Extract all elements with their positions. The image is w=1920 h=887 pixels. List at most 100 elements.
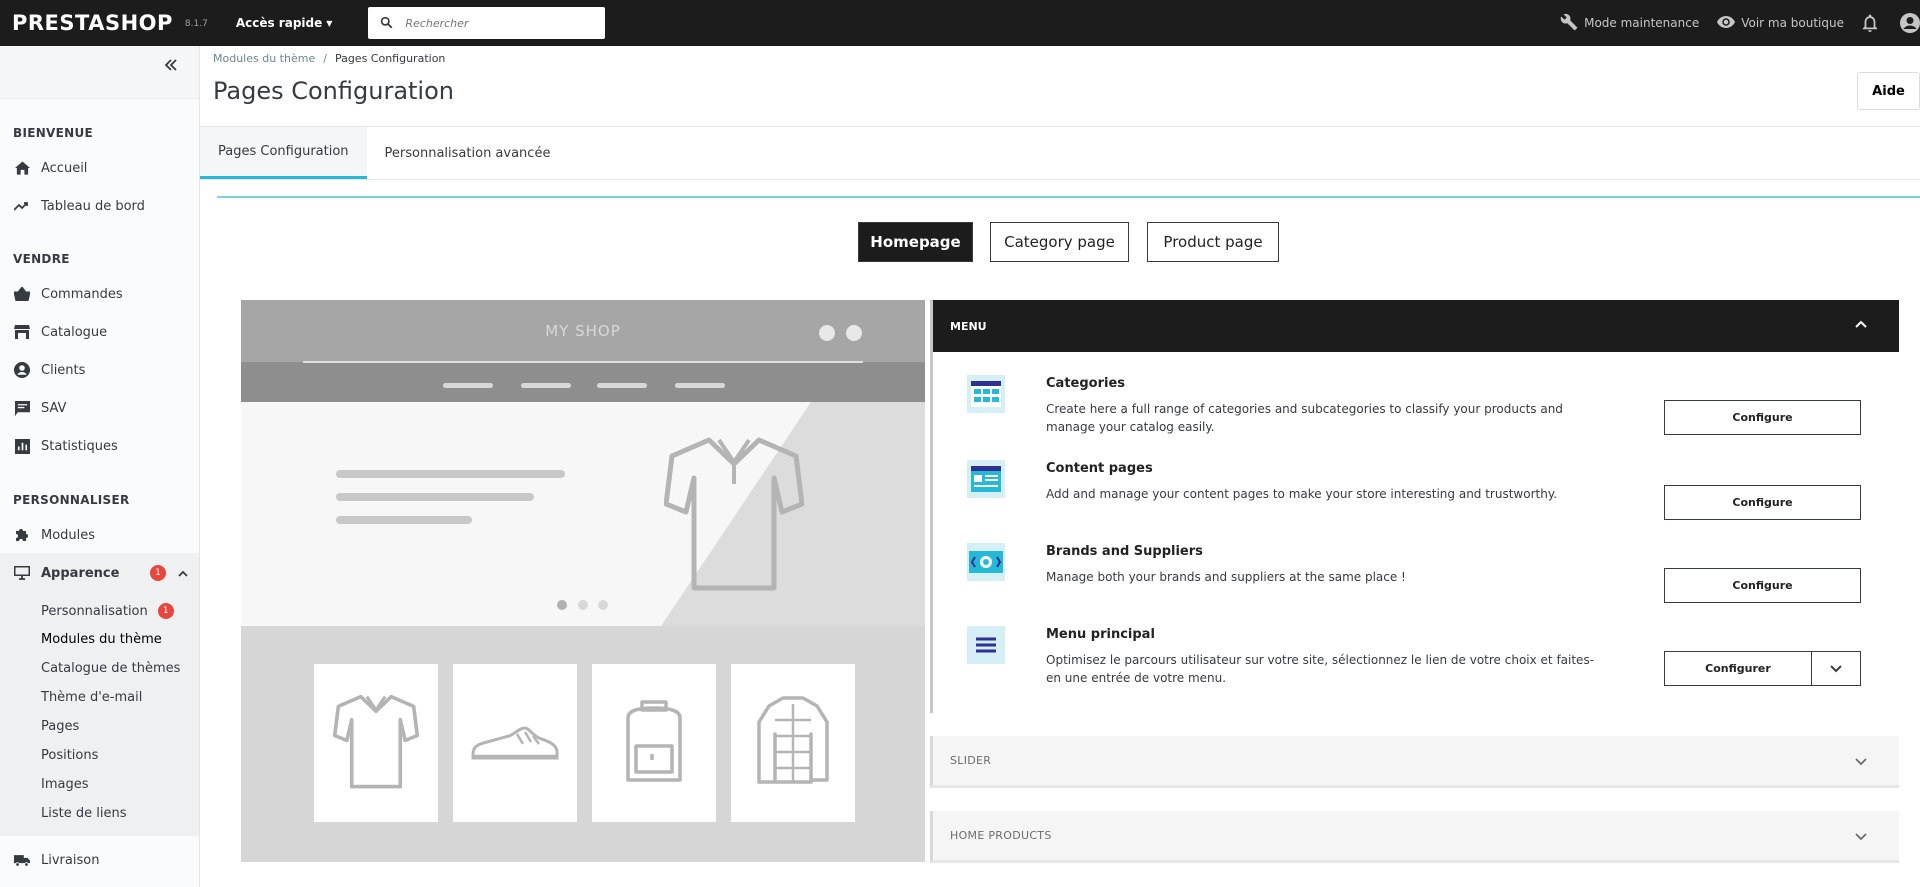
chat-icon bbox=[14, 400, 30, 416]
submenu-item-label: Thème d'e-mail bbox=[41, 690, 143, 705]
puffer-jacket-icon bbox=[755, 694, 831, 792]
preview-product-card bbox=[731, 664, 855, 822]
tab-bar: Pages Configuration Personnalisation ava… bbox=[200, 127, 568, 179]
page-title: Pages Configuration bbox=[213, 77, 454, 105]
module-description: Add and manage your content pages to mak… bbox=[1046, 487, 1558, 501]
submenu-item-label: Modules du thème bbox=[41, 632, 162, 647]
sidebar-item-shipping[interactable]: Livraison bbox=[0, 845, 199, 875]
module-title: Categories bbox=[1046, 376, 1126, 391]
sidebar-item-dashboard[interactable]: Tableau de bord bbox=[0, 191, 199, 221]
submenu-item-personalization[interactable]: Personnalisation 1 bbox=[41, 603, 174, 619]
sidebar-item-appearance[interactable]: Apparence 1 bbox=[0, 558, 199, 588]
version-label: 8.1.7 bbox=[184, 19, 208, 29]
sidebar-item-label: Modules bbox=[41, 527, 96, 543]
sidebar-item-label: SAV bbox=[41, 400, 67, 416]
sneaker-icon bbox=[469, 716, 561, 770]
home-products-accordion-header[interactable]: HOME PRODUCTS bbox=[930, 811, 1899, 863]
sidebar: BIENVENUE Accueil Tableau de bord VENDRE… bbox=[0, 46, 200, 887]
top-bar: PRESTASHOP 8.1.7 Accès rapide ▼ Mode mai… bbox=[0, 0, 1920, 46]
sidebar-item-sav[interactable]: SAV bbox=[0, 393, 199, 423]
tabs-divider bbox=[200, 179, 1920, 180]
menu-accordion-body: Categories Create here a full range of c… bbox=[933, 352, 1899, 713]
configure-brands-button[interactable]: Configure bbox=[1664, 568, 1861, 603]
maintenance-mode-link[interactable]: Mode maintenance bbox=[1560, 13, 1699, 34]
sidebar-item-label: Clients bbox=[41, 362, 86, 378]
preview-header-dot bbox=[846, 325, 862, 341]
sidebar-item-stats[interactable]: Statistiques bbox=[0, 431, 199, 461]
preview-nav-item bbox=[443, 383, 493, 388]
tab-advanced-customization[interactable]: Personnalisation avancée bbox=[367, 127, 569, 179]
slider-dot[interactable] bbox=[598, 600, 608, 610]
section-welcome: BIENVENUE bbox=[13, 126, 94, 140]
preview-product-card bbox=[453, 664, 577, 822]
submenu-item-theme-modules[interactable]: Modules du thème bbox=[41, 632, 162, 647]
search-input[interactable] bbox=[405, 16, 586, 30]
basket-icon bbox=[14, 286, 30, 302]
home-products-accordion-title: HOME PRODUCTS bbox=[950, 829, 1052, 842]
chevron-down-icon bbox=[1830, 664, 1842, 672]
module-description: Optimisez le parcours utilisateur sur vo… bbox=[1046, 653, 1595, 685]
submenu-item-label: Liste de liens bbox=[41, 806, 127, 821]
prestashop-logo[interactable]: PRESTASHOP bbox=[12, 11, 173, 35]
sidebar-item-label: Apparence bbox=[41, 565, 120, 581]
menu-accordion-title: MENU bbox=[950, 319, 987, 333]
chevron-down-icon bbox=[1855, 831, 1867, 844]
desktop-icon bbox=[14, 565, 30, 581]
collapse-sidebar-icon[interactable] bbox=[164, 56, 178, 75]
category-page-button[interactable]: Category page bbox=[990, 222, 1129, 262]
preview-header-dot bbox=[819, 325, 835, 341]
slider-dot-active[interactable] bbox=[557, 600, 567, 610]
backpack-icon bbox=[616, 696, 692, 790]
configure-categories-button[interactable]: Configure bbox=[1664, 400, 1861, 435]
maintenance-label: Mode maintenance bbox=[1584, 16, 1700, 30]
configure-main-menu-button[interactable]: Configurer bbox=[1665, 652, 1812, 685]
accent-divider bbox=[217, 196, 1920, 198]
notifications-bell-icon[interactable] bbox=[1862, 14, 1878, 32]
breadcrumb: Modules du thème / Pages Configuration bbox=[213, 52, 445, 65]
account-icon[interactable] bbox=[1900, 13, 1920, 33]
preview-slider-bg bbox=[661, 402, 925, 626]
submenu-item-label: Catalogue de thèmes bbox=[41, 661, 181, 676]
view-shop-link[interactable]: Voir ma boutique bbox=[1717, 15, 1844, 32]
sidebar-item-modules[interactable]: Modules bbox=[0, 520, 199, 550]
quick-access-label: Accès rapide bbox=[235, 16, 323, 30]
trending-up-icon bbox=[14, 198, 30, 214]
sidebar-item-orders[interactable]: Commandes bbox=[0, 279, 199, 309]
chevron-up-icon bbox=[1855, 318, 1867, 331]
truck-icon bbox=[14, 852, 30, 868]
sidebar-item-label: Accueil bbox=[41, 160, 88, 176]
sidebar-item-catalog[interactable]: Catalogue bbox=[0, 317, 199, 347]
preview-products bbox=[241, 626, 925, 862]
help-button[interactable]: Aide bbox=[1857, 72, 1920, 110]
slider-accordion-header[interactable]: SLIDER bbox=[930, 736, 1899, 788]
preview-header: MY SHOP bbox=[241, 300, 925, 402]
menu-accordion-header[interactable]: MENU bbox=[933, 300, 1899, 352]
sidebar-item-customers[interactable]: Clients bbox=[0, 355, 199, 385]
puzzle-icon bbox=[14, 527, 30, 543]
quick-access-dropdown[interactable]: Accès rapide ▼ bbox=[236, 16, 333, 30]
preview-text-line bbox=[336, 516, 472, 524]
submenu-item-images[interactable]: Images bbox=[41, 777, 89, 792]
module-title: Brands and Suppliers bbox=[1046, 544, 1203, 559]
homepage-preview: MY SHOP bbox=[241, 300, 925, 862]
breadcrumb-parent-link[interactable]: Modules du thème bbox=[213, 52, 315, 65]
eye-icon bbox=[1717, 15, 1736, 32]
configure-content-pages-button[interactable]: Configure bbox=[1664, 485, 1861, 520]
submenu-item-theme-catalog[interactable]: Catalogue de thèmes bbox=[41, 661, 180, 676]
submenu-item-link-list[interactable]: Liste de liens bbox=[41, 806, 126, 821]
tab-pages-configuration[interactable]: Pages Configuration bbox=[200, 127, 367, 179]
section-sell: VENDRE bbox=[13, 252, 70, 266]
module-title: Menu principal bbox=[1046, 627, 1155, 642]
sidebar-item-home[interactable]: Accueil bbox=[0, 153, 199, 183]
configure-dropdown-toggle[interactable] bbox=[1812, 652, 1860, 685]
search-icon bbox=[380, 14, 393, 33]
slider-dot[interactable] bbox=[578, 600, 588, 610]
submenu-item-positions[interactable]: Positions bbox=[41, 748, 98, 763]
hamburger-menu-icon bbox=[967, 626, 1005, 664]
submenu-item-email-theme[interactable]: Thème d'e-mail bbox=[41, 690, 142, 705]
slider-accordion-title: SLIDER bbox=[950, 754, 992, 767]
submenu-item-pages[interactable]: Pages bbox=[41, 719, 79, 734]
homepage-button[interactable]: Homepage bbox=[858, 222, 973, 262]
search-box[interactable] bbox=[368, 7, 606, 39]
product-page-button[interactable]: Product page bbox=[1147, 222, 1279, 262]
